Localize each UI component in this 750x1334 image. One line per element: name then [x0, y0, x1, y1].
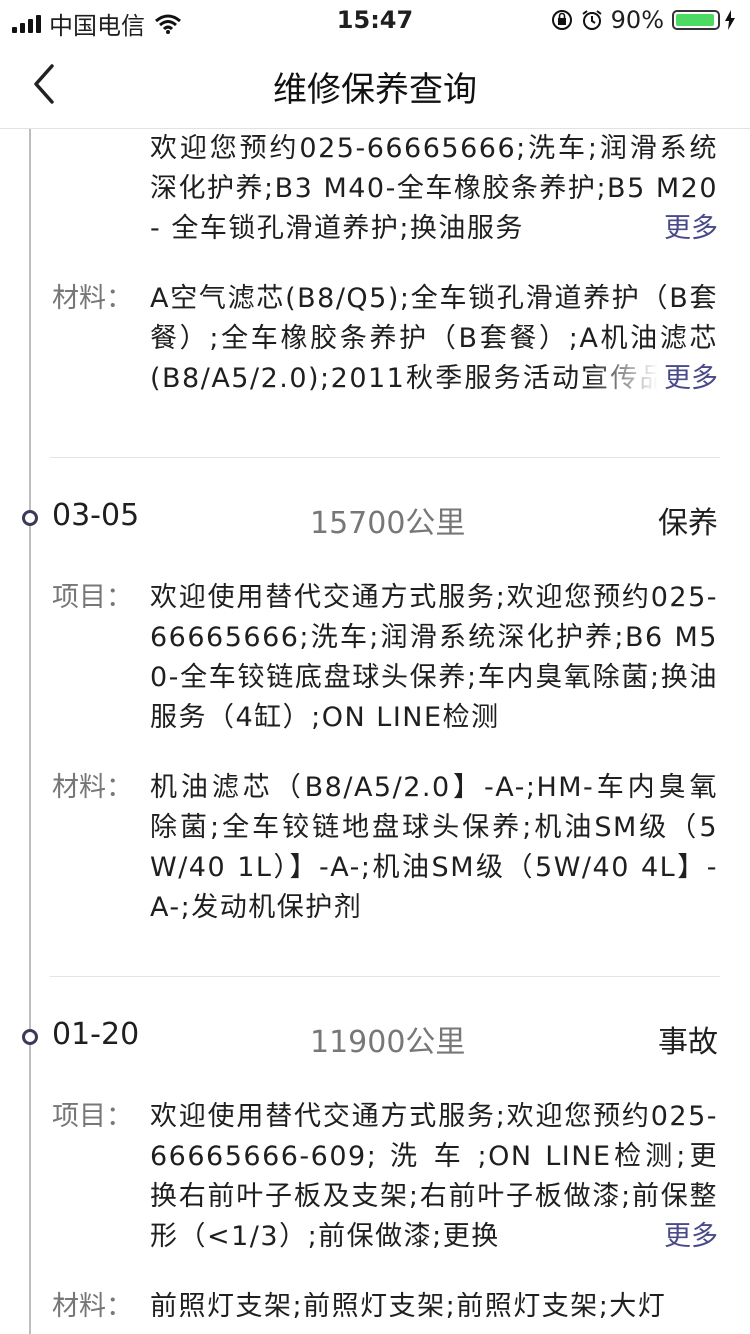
more-wrap: 更多 — [588, 209, 718, 249]
record-item[interactable]: 01-20 11900公里 事故 项目： 欢迎使用替代交通方式服务;欢迎您预约0… — [0, 977, 750, 1327]
charging-icon — [725, 10, 735, 30]
battery-percent: 90% — [610, 6, 664, 34]
status-right: 90% — [551, 6, 736, 34]
project-label: 项目： — [52, 582, 133, 613]
record-mileage: 11900公里 — [310, 1025, 466, 1060]
project-field: 欢迎您预约025-66665666;洗车;润滑系统深化护养;B3 M40-全车橡… — [0, 129, 750, 249]
material-label: 材料： — [52, 1291, 133, 1322]
record-date: 01-20 — [52, 1017, 140, 1052]
project-label: 项目： — [52, 1101, 133, 1132]
material-field: 材料： 机油滤芯（B8/A5/2.0】-A-;HM-车内臭氧除菌;全车铰链地盘球… — [0, 768, 750, 928]
record-header: 03-05 15700公里 保养 — [0, 458, 750, 578]
record-header: 01-20 11900公里 事故 — [0, 977, 750, 1097]
timeline-dot — [22, 1029, 38, 1045]
more-wrap: 更多 — [588, 359, 718, 399]
page-title: 维修保养查询 — [273, 70, 477, 110]
timeline-dot — [22, 510, 38, 526]
material-field: 材料： 前照灯支架;前照灯支架;前照灯支架;大灯 — [0, 1287, 750, 1327]
alarm-icon — [582, 10, 602, 30]
material-label: 材料： — [52, 772, 133, 803]
record-item: 欢迎您预约025-66665666;洗车;润滑系统深化护养;B3 M40-全车橡… — [0, 129, 750, 458]
material-text: 前照灯支架;前照灯支架;前照灯支架;大灯 — [150, 1291, 667, 1322]
orientation-lock-icon — [551, 10, 572, 30]
record-list: 欢迎您预约025-66665666;洗车;润滑系统深化护养;B3 M40-全车橡… — [0, 129, 750, 1334]
more-wrap: 更多 — [588, 1217, 718, 1257]
more-link[interactable]: 更多 — [658, 1217, 718, 1257]
material-field: 材料： A空气滤芯(B8/Q5);全车锁孔滑道养护（B套餐）;全车橡胶条养护（B… — [0, 279, 750, 399]
more-link[interactable]: 更多 — [658, 359, 718, 399]
battery-icon — [672, 10, 720, 30]
material-label: 材料： — [52, 283, 133, 314]
project-field: 项目： 欢迎使用替代交通方式服务;欢迎您预约025-66665666-609; … — [0, 1097, 750, 1257]
status-bar: 中国电信 15:47 90% — [0, 0, 750, 40]
project-text: 欢迎使用替代交通方式服务;欢迎您预约025-66665666;洗车;润滑系统深化… — [150, 582, 718, 733]
record-item[interactable]: 03-05 15700公里 保养 项目： 欢迎使用替代交通方式服务;欢迎您预约0… — [0, 458, 750, 977]
more-link[interactable]: 更多 — [658, 209, 718, 249]
material-text: 机油滤芯（B8/A5/2.0】-A-;HM-车内臭氧除菌;全车铰链地盘球头保养;… — [150, 772, 718, 923]
project-field: 项目： 欢迎使用替代交通方式服务;欢迎您预约025-66665666;洗车;润滑… — [0, 578, 750, 738]
record-date: 03-05 — [52, 498, 140, 533]
record-type: 事故 — [658, 1025, 718, 1060]
nav-bar: 维修保养查询 — [0, 40, 750, 129]
record-type: 保养 — [658, 506, 718, 541]
record-mileage: 15700公里 — [310, 506, 466, 541]
